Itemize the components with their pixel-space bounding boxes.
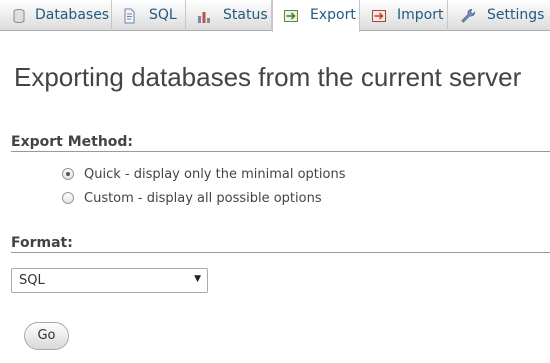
tab-export[interactable]: Export bbox=[272, 0, 360, 32]
export-icon bbox=[284, 10, 298, 22]
tab-databases[interactable]: Databases bbox=[0, 0, 112, 31]
tab-settings[interactable]: Settings bbox=[448, 0, 550, 31]
tab-label: Status bbox=[223, 7, 268, 23]
wrench-icon bbox=[461, 8, 476, 23]
tab-label: SQL bbox=[149, 7, 177, 23]
custom-option-label[interactable]: Custom - display all possible options bbox=[84, 190, 322, 207]
tab-import[interactable]: Import bbox=[360, 0, 448, 31]
format-selected-value: SQL bbox=[19, 273, 45, 288]
page-title: Exporting databases from the current ser… bbox=[14, 62, 522, 92]
quick-radio[interactable] bbox=[62, 168, 74, 180]
tab-status[interactable]: Status bbox=[186, 0, 272, 31]
custom-radio[interactable] bbox=[62, 192, 74, 204]
tab-label: Databases bbox=[35, 7, 110, 23]
status-chart-icon bbox=[198, 12, 210, 23]
dropdown-arrow-icon: ▼ bbox=[194, 274, 201, 284]
tab-label: Settings bbox=[487, 7, 545, 23]
go-button[interactable]: Go bbox=[24, 322, 69, 350]
sql-document-icon bbox=[124, 8, 135, 24]
import-icon bbox=[372, 10, 386, 22]
tab-label: Import bbox=[397, 7, 444, 23]
top-tab-bar: Databases SQL Status Export Import Setti… bbox=[0, 0, 550, 32]
format-heading: Format: bbox=[11, 235, 550, 253]
database-icon bbox=[13, 9, 25, 24]
tab-label: Export bbox=[310, 7, 356, 23]
quick-option-label[interactable]: Quick - display only the minimal options bbox=[84, 166, 346, 183]
format-select[interactable]: SQL ▼ bbox=[11, 268, 208, 293]
tab-sql[interactable]: SQL bbox=[112, 0, 186, 31]
export-method-heading: Export Method: bbox=[11, 134, 550, 152]
